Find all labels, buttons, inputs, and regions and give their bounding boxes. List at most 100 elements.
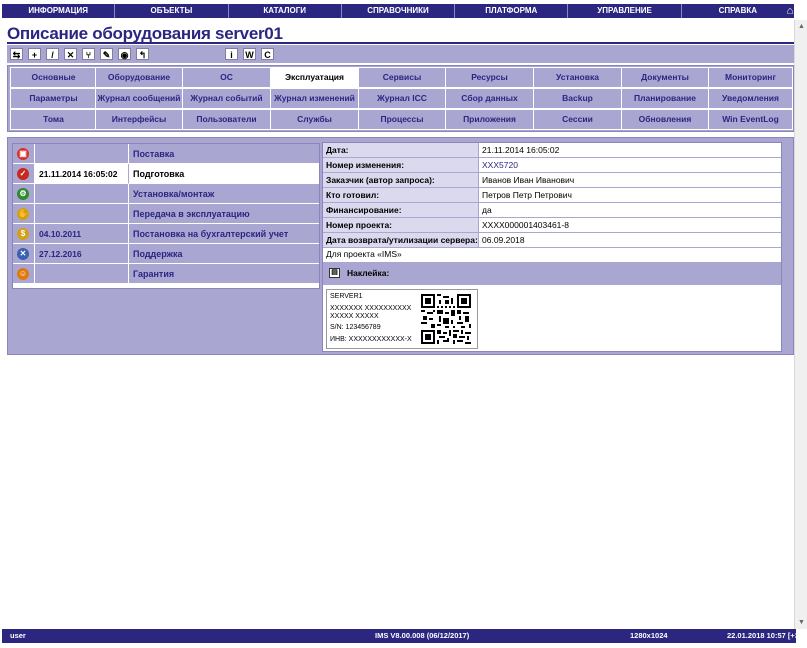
fork-icon[interactable]: ⑂ (82, 48, 95, 60)
home-icon[interactable]: ⌂ (784, 4, 796, 18)
lifecycle-label[interactable]: Передача в эксплуатацию (129, 204, 319, 224)
tab-backup[interactable]: Backup (533, 88, 622, 109)
tab-zhurnal-sobytiy[interactable]: Журнал событий (182, 88, 271, 109)
tab-parametry[interactable]: Параметры (10, 88, 97, 109)
qr-code-icon (421, 294, 471, 344)
binoculars-icon[interactable]: ◉ (118, 48, 131, 60)
lifecycle-label[interactable]: Поддержка (129, 244, 319, 264)
tab-uvedomleniya[interactable]: Уведомления (708, 88, 793, 109)
tab-sluzhby[interactable]: Службы (270, 109, 359, 130)
project-note: Для проекта «IMS» (326, 249, 402, 259)
nav-item-info[interactable]: ИНФОРМАЦИЯ (2, 4, 116, 18)
lifecycle-row-delivery[interactable]: ▣ Поставка (13, 144, 319, 164)
status-bar: user IMS V8.00.008 (06/12/2017) 1280x102… (2, 629, 801, 643)
sticker-inventory: ИНВ: XXXXXXXXXXXX-X (330, 336, 412, 343)
sticker-label: Наклейка: (347, 268, 390, 278)
tab-zhurnal-soobshcheniy[interactable]: Журнал сообщений (95, 88, 183, 109)
change-number-link[interactable]: XXX5720 (482, 158, 518, 172)
lifecycle-row-handover[interactable]: ✋ Передача в эксплуатацию (13, 204, 319, 224)
lifecycle-row-installation[interactable]: ⚙ Установка/монтаж (13, 184, 319, 204)
tab-win-eventlog[interactable]: Win EventLog (708, 109, 793, 130)
tab-zhurnal-izmeneniy[interactable]: Журнал изменений (270, 88, 359, 109)
back-icon[interactable]: ↰ (136, 48, 149, 60)
lifecycle-row-warranty[interactable]: ☺ Гарантия (13, 264, 319, 284)
status-resolution: 1280x1024 (630, 631, 668, 640)
tab-zhurnal-icc[interactable]: Журнал ICC (358, 88, 446, 109)
detail-row-change-number: Номер изменения: XXX5720 (323, 158, 781, 173)
accounting-icon: $ (17, 228, 29, 240)
nav-item-catalogs[interactable]: КАТАЛОГИ (229, 4, 342, 18)
scroll-up-icon[interactable]: ▲ (795, 20, 807, 33)
detail-value: 21.11.2014 16:05:02 (482, 145, 560, 155)
tab-planirovanie[interactable]: Планирование (621, 88, 709, 109)
tab-interfeysy[interactable]: Интерфейсы (95, 109, 183, 130)
tab-resursy[interactable]: Ресурсы (445, 67, 534, 88)
install-icon: ⚙ (17, 188, 29, 200)
handover-icon: ✋ (17, 208, 29, 220)
detail-value: Петров Петр Петрович (482, 190, 572, 200)
tab-sessii[interactable]: Сессии (533, 109, 622, 130)
lifecycle-row-accounting[interactable]: $ 04.10.2011 Постановка на бухгалтерский… (13, 224, 319, 244)
warranty-icon: ☺ (17, 268, 29, 280)
detail-row-return-date: Дата возврата/утилизации сервера: 06.09.… (323, 233, 781, 248)
detail-key: Заказчик (автор запроса): (323, 173, 479, 187)
detail-key: Номер изменения: (323, 158, 479, 172)
lifecycle-label[interactable]: Установка/монтаж (129, 184, 319, 204)
tab-osnovnye[interactable]: Основные (10, 67, 97, 88)
vertical-scrollbar[interactable]: ▲ ▼ (794, 20, 807, 629)
cart-icon: ▣ (17, 148, 29, 160)
detail-row-customer: Заказчик (автор запроса): Иванов Иван Ив… (323, 173, 781, 188)
lifecycle-row-support[interactable]: ✕ 27.12.2016 Поддержка (13, 244, 319, 264)
tab-obnovleniya[interactable]: Обновления (621, 109, 709, 130)
detail-row-project-number: Номер проекта: XXXX000001403461-8 (323, 218, 781, 233)
tab-panel: Основные Оборудование ОС Эксплуатация Се… (7, 65, 794, 132)
printer-icon[interactable]: ▤ (329, 268, 340, 278)
refresh-icon[interactable]: ⇆ (10, 48, 23, 60)
check-icon: ✓ (17, 168, 29, 180)
tab-polzovateli[interactable]: Пользователи (182, 109, 271, 130)
tools-icon: ✕ (17, 248, 29, 260)
nav-item-objects[interactable]: ОБЪЕКТЫ (115, 4, 229, 18)
tab-sbor-dannyh[interactable]: Сбор данных (445, 88, 534, 109)
tab-prilozheniya[interactable]: Приложения (445, 109, 534, 130)
tab-toma[interactable]: Тома (10, 109, 97, 130)
nav-item-platform[interactable]: ПЛАТФОРМА (455, 4, 569, 18)
tab-servisy[interactable]: Сервисы (358, 67, 446, 88)
lifecycle-label[interactable]: Поставка (129, 144, 319, 164)
top-nav-bar: ИНФОРМАЦИЯ ОБЪЕКТЫ КАТАЛОГИ СПРАВОЧНИКИ … (2, 4, 794, 18)
detail-key: Кто готовил: (323, 188, 479, 202)
delete-icon[interactable]: ✕ (64, 48, 77, 60)
sticker-model: XXXXXXX XXXXXXXXXX XXXXX XXXXX (330, 305, 412, 320)
lifecycle-date (35, 184, 129, 204)
pen-icon[interactable]: ✎ (100, 48, 113, 60)
lifecycle-label[interactable]: Постановка на бухгалтерский учет (129, 224, 319, 244)
sticker-serial: S/N: 123456789 (330, 324, 381, 331)
info-icon[interactable]: i (225, 48, 238, 60)
lifecycle-date (35, 144, 129, 164)
detail-key: Номер проекта: (323, 218, 479, 232)
tab-dokumenty[interactable]: Документы (621, 67, 709, 88)
tab-monitoring[interactable]: Мониторинг (708, 67, 793, 88)
lifecycle-row-preparation[interactable]: ✓ 21.11.2014 16:05:02 Подготовка (13, 164, 319, 184)
nav-item-help[interactable]: СПРАВКА (682, 4, 794, 18)
lifecycle-label[interactable]: Гарантия (129, 264, 319, 284)
nav-item-management[interactable]: УПРАВЛЕНИЕ (568, 4, 682, 18)
lifecycle-date: 27.12.2016 (35, 244, 129, 264)
tab-ustanovka[interactable]: Установка (533, 67, 622, 88)
sticker-preview: SERVER1 XXXXXXX XXXXXXXXXX XXXXX XXXXX S… (326, 289, 478, 349)
status-user: user (10, 631, 26, 640)
page-title: Описание оборудования server01 (7, 24, 283, 43)
title-divider (7, 42, 794, 44)
csv-icon[interactable]: C (261, 48, 274, 60)
tab-os[interactable]: ОС (182, 67, 271, 88)
add-icon[interactable]: + (28, 48, 41, 60)
lifecycle-label[interactable]: Подготовка (129, 164, 319, 184)
scroll-down-icon[interactable]: ▼ (795, 616, 807, 629)
nav-item-references[interactable]: СПРАВОЧНИКИ (342, 4, 456, 18)
word-icon[interactable]: W (243, 48, 256, 60)
tab-ekspluatatsiya[interactable]: Эксплуатация (270, 67, 359, 88)
detail-key: Финансирование: (323, 203, 479, 217)
tab-oborudovanie[interactable]: Оборудование (95, 67, 183, 88)
tab-protsessy[interactable]: Процессы (358, 109, 446, 130)
edit-icon[interactable]: / (46, 48, 59, 60)
